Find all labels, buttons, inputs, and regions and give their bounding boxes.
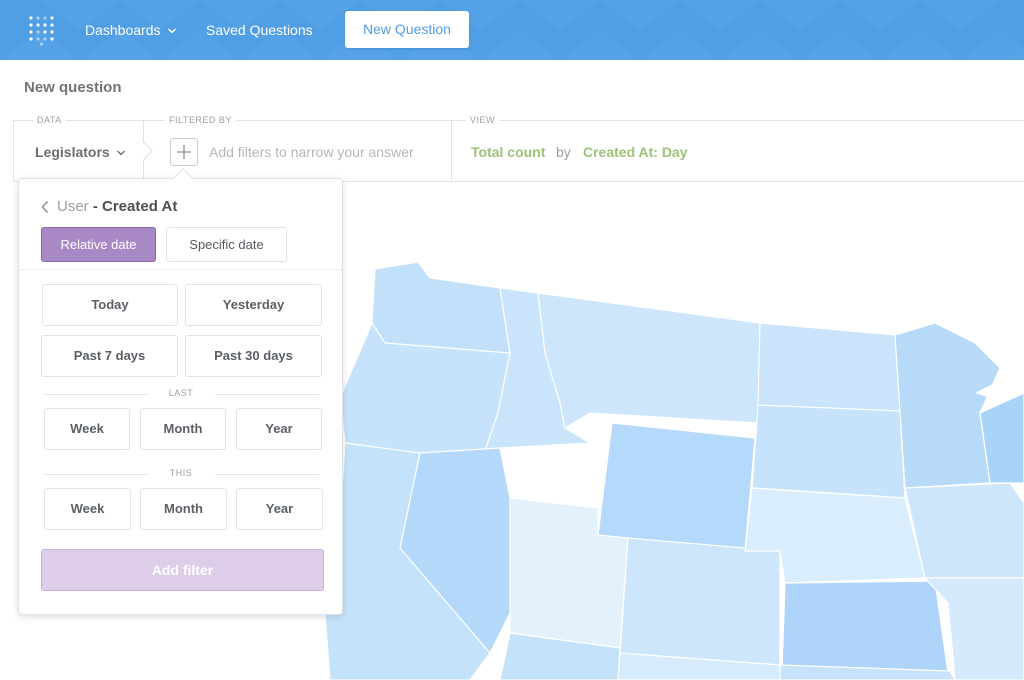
add-filter-plus-button[interactable] bbox=[170, 138, 198, 166]
add-filter-button[interactable]: Add filter bbox=[41, 549, 324, 591]
chevron-left-icon bbox=[41, 200, 49, 214]
option-yesterday[interactable]: Yesterday bbox=[185, 284, 322, 326]
map-state bbox=[619, 537, 781, 666]
nav-dashboards[interactable]: Dashboards bbox=[85, 0, 177, 60]
header-separator: - bbox=[88, 198, 103, 215]
map-state bbox=[597, 422, 756, 552]
map-state bbox=[751, 404, 906, 499]
separator-line bbox=[44, 474, 148, 475]
new-question-button[interactable]: New Question bbox=[345, 11, 469, 48]
header-table-name: User bbox=[57, 198, 89, 215]
section-divider-arrow bbox=[143, 120, 153, 182]
section-divider bbox=[451, 121, 452, 181]
option-today[interactable]: Today bbox=[42, 284, 178, 326]
option-last-year[interactable]: Year bbox=[236, 408, 322, 450]
view-breakout[interactable]: Created At: Day bbox=[583, 144, 688, 160]
top-navbar: Dashboards Saved Questions New Question bbox=[0, 0, 1024, 60]
option-last-month[interactable]: Month bbox=[140, 408, 226, 450]
separator-line bbox=[215, 474, 319, 475]
page-title: New question bbox=[24, 79, 122, 96]
this-section-label: THIS bbox=[169, 468, 193, 478]
separator-line bbox=[215, 394, 319, 395]
option-last-week[interactable]: Week bbox=[44, 408, 130, 450]
option-this-week[interactable]: Week bbox=[44, 488, 131, 530]
data-source-value: Legislators bbox=[35, 144, 110, 160]
header-field-name: Created At bbox=[102, 198, 178, 215]
view-aggregation[interactable]: Total count bbox=[471, 144, 545, 160]
separator-line bbox=[44, 394, 148, 395]
map-state bbox=[537, 292, 761, 429]
tab-relative-date[interactable]: Relative date bbox=[41, 227, 156, 262]
map-state bbox=[371, 261, 511, 354]
option-past-7-days[interactable]: Past 7 days bbox=[41, 335, 178, 377]
option-this-year[interactable]: Year bbox=[236, 488, 323, 530]
map-state bbox=[781, 580, 949, 674]
nav-dashboards-label: Dashboards bbox=[85, 22, 161, 38]
view-by-text: by bbox=[556, 144, 571, 160]
chevron-down-icon bbox=[167, 28, 176, 34]
popover-divider bbox=[19, 269, 342, 270]
last-section-label: LAST bbox=[168, 388, 194, 398]
plus-icon bbox=[177, 145, 191, 159]
query-builder-bar: DATA FILTERED BY VIEW Legislators Add fi… bbox=[13, 115, 1024, 182]
popover-back-header[interactable]: User - Created At bbox=[41, 198, 177, 215]
nav-saved-questions[interactable]: Saved Questions bbox=[206, 0, 313, 60]
view-section-label: VIEW bbox=[466, 115, 500, 125]
data-source-select[interactable]: Legislators bbox=[35, 144, 126, 160]
add-filter-placeholder[interactable]: Add filters to narrow your answer bbox=[209, 144, 414, 160]
date-filter-popover: User - Created At Relative date Specific… bbox=[18, 168, 343, 615]
map-state bbox=[904, 482, 1024, 579]
map-state bbox=[757, 322, 901, 412]
map-state bbox=[894, 322, 1001, 489]
metabase-logo-icon[interactable] bbox=[28, 14, 56, 46]
option-this-month[interactable]: Month bbox=[140, 488, 227, 530]
data-section-label: DATA bbox=[33, 115, 66, 125]
chevron-down-icon bbox=[116, 150, 125, 156]
option-past-30-days[interactable]: Past 30 days bbox=[185, 335, 322, 377]
filtered-by-section-label: FILTERED BY bbox=[165, 115, 236, 125]
tab-specific-date[interactable]: Specific date bbox=[166, 227, 287, 262]
